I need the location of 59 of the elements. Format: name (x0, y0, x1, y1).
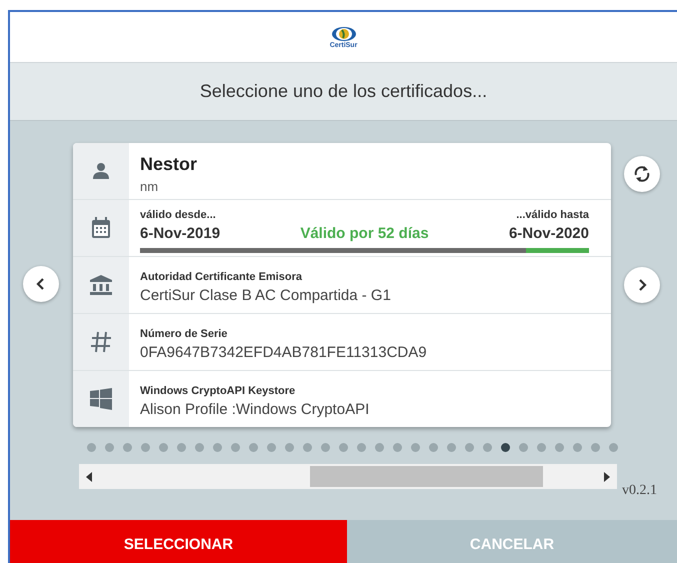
page-dot[interactable] (195, 443, 204, 452)
field-label: Autoridad Certificante Emisora (140, 271, 303, 283)
page-dot[interactable] (231, 443, 240, 452)
certificate-email: nm (140, 178, 160, 194)
page-dot[interactable] (393, 443, 402, 452)
select-button[interactable]: SELECCIONAR (10, 520, 347, 563)
page-dot[interactable] (519, 443, 528, 452)
page-dot[interactable] (141, 443, 150, 452)
version-text: v0.2.1 (622, 483, 657, 499)
page-dot[interactable] (555, 443, 564, 452)
calendar-icon (91, 217, 111, 239)
page-dot[interactable] (501, 443, 510, 452)
valid-from-date: 6-Nov-2019 (140, 224, 220, 242)
field-value: CertiSur Clase B AC Compartida - G1 (140, 287, 392, 304)
field-value: 0FA9647B7342EFD4AB781FE11313CDA9 (140, 344, 428, 361)
next-button[interactable] (624, 267, 660, 303)
page-dot[interactable] (267, 443, 276, 452)
field-label: Windows CryptoAPI Keystore (140, 385, 296, 397)
page-dot[interactable] (159, 443, 168, 452)
page-dot[interactable] (249, 443, 258, 452)
horizontal-scrollbar[interactable] (79, 464, 617, 489)
field-label: Número de Serie (140, 328, 228, 340)
page-dot[interactable] (537, 443, 546, 452)
refresh-button[interactable] (624, 156, 660, 192)
windows-icon (90, 388, 112, 410)
globe-logo-icon (330, 26, 356, 42)
prompt-text: Seleccione uno de los certificados... (200, 81, 488, 102)
page-dot[interactable] (321, 443, 330, 452)
page-dot[interactable] (375, 443, 384, 452)
valid-from-label: válido desde... (140, 208, 217, 220)
page-dot[interactable] (411, 443, 420, 452)
page-dot[interactable] (87, 443, 96, 452)
page-dot[interactable] (303, 443, 312, 452)
valid-to-date: 6-Nov-2020 (508, 224, 589, 242)
refresh-icon (633, 165, 651, 183)
scroll-left-icon[interactable] (85, 472, 93, 482)
page-dot[interactable] (483, 443, 492, 452)
previous-button[interactable] (23, 266, 59, 302)
page-dot[interactable] (177, 443, 186, 452)
bank-icon (90, 275, 112, 295)
page-dot[interactable] (609, 443, 618, 452)
page-dot[interactable] (591, 443, 600, 452)
page-dot[interactable] (285, 443, 294, 452)
page-dot[interactable] (339, 443, 348, 452)
certificate-name: Nestor (140, 154, 198, 174)
page-dot[interactable] (447, 443, 456, 452)
page-dot[interactable] (465, 443, 474, 452)
hash-icon (90, 331, 112, 353)
page-dot[interactable] (105, 443, 114, 452)
scroll-right-icon[interactable] (603, 472, 611, 482)
person-icon (91, 161, 111, 181)
valid-to-label: ...válido hasta (515, 208, 589, 220)
validity-status: Válido por 52 días (300, 224, 429, 242)
field-value: Alison Profile :Windows CryptoAPI (140, 401, 370, 418)
page-dot[interactable] (123, 443, 132, 452)
page-dot[interactable] (213, 443, 222, 452)
page-dot[interactable] (357, 443, 366, 452)
page-dot[interactable] (429, 443, 438, 452)
page-dot[interactable] (573, 443, 582, 452)
